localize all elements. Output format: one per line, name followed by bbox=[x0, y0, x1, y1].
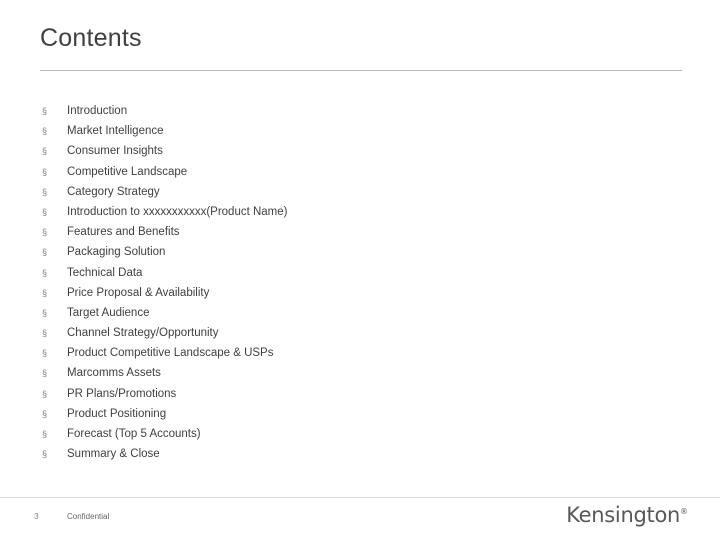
list-item[interactable]: § Technical Data bbox=[40, 263, 660, 283]
bullet-icon: § bbox=[42, 368, 48, 379]
brand-name: Kensington bbox=[566, 503, 680, 527]
list-item-label: Product Positioning bbox=[67, 407, 167, 420]
list-item-label: Market Intelligence bbox=[67, 125, 164, 138]
list-item-label: Technical Data bbox=[67, 266, 143, 279]
list-item[interactable]: § Consumer Insights bbox=[40, 141, 660, 161]
list-item-label: Category Strategy bbox=[67, 185, 160, 198]
list-item-label: Competitive Landscape bbox=[67, 165, 188, 178]
list-item[interactable]: § Introduction to xxxxxxxxxxx(Product Na… bbox=[40, 202, 660, 222]
list-item[interactable]: § Forecast (Top 5 Accounts) bbox=[40, 424, 660, 444]
list-item-label: Target Audience bbox=[67, 306, 150, 319]
bullet-icon: § bbox=[42, 227, 48, 238]
list-item-label: Consumer Insights bbox=[67, 145, 163, 158]
bullet-icon: § bbox=[42, 307, 48, 318]
title-divider bbox=[40, 70, 682, 71]
list-item[interactable]: § Product Positioning bbox=[40, 404, 660, 424]
page-number: 3 bbox=[34, 511, 39, 521]
brand-logo: Kensington® bbox=[566, 503, 688, 527]
list-item[interactable]: § Market Intelligence bbox=[40, 121, 660, 141]
bullet-icon: § bbox=[42, 166, 48, 177]
list-item[interactable]: § Introduction bbox=[40, 101, 660, 121]
bullet-icon: § bbox=[42, 429, 48, 439]
page-title: Contents bbox=[40, 24, 142, 52]
slide: Contents § Introduction § Market Intelli… bbox=[0, 0, 720, 540]
list-item-label: Introduction bbox=[67, 105, 128, 117]
list-item[interactable]: § PR Plans/Promotions bbox=[40, 384, 660, 404]
bullet-icon: § bbox=[42, 449, 48, 460]
bullet-icon: § bbox=[42, 126, 48, 137]
bullet-icon: § bbox=[42, 287, 48, 298]
list-item-label: Product Competitive Landscape & USPs bbox=[67, 347, 274, 360]
list-item-label: Channel Strategy/Opportunity bbox=[67, 327, 219, 340]
list-item[interactable]: § Features and Benefits bbox=[40, 222, 660, 242]
list-item[interactable]: § Packaging Solution bbox=[40, 242, 660, 262]
list-item-label: Summary & Close bbox=[67, 448, 160, 461]
bullet-icon: § bbox=[42, 388, 48, 399]
list-item-label: Forecast (Top 5 Accounts) bbox=[67, 428, 201, 440]
list-item[interactable]: § Marcomms Assets bbox=[40, 363, 660, 383]
list-item[interactable]: § Category Strategy bbox=[40, 182, 660, 202]
bullet-icon: § bbox=[42, 186, 48, 197]
bullet-icon: § bbox=[42, 106, 48, 116]
bullet-icon: § bbox=[42, 146, 48, 157]
list-item[interactable]: § Competitive Landscape bbox=[40, 162, 660, 182]
bullet-icon: § bbox=[42, 328, 48, 339]
registered-mark-icon: ® bbox=[680, 507, 688, 516]
confidential-label: Confidential bbox=[67, 512, 110, 521]
footer-divider bbox=[0, 497, 720, 498]
list-item[interactable]: § Price Proposal & Availability bbox=[40, 283, 660, 303]
bullet-icon: § bbox=[42, 408, 48, 419]
list-item[interactable]: § Target Audience bbox=[40, 303, 660, 323]
list-item-label: PR Plans/Promotions bbox=[67, 387, 177, 400]
bullet-icon: § bbox=[42, 267, 48, 278]
bullet-icon: § bbox=[42, 348, 48, 359]
list-item[interactable]: § Summary & Close bbox=[40, 444, 660, 464]
list-item-label: Packaging Solution bbox=[67, 246, 166, 259]
list-item-label: Features and Benefits bbox=[67, 226, 180, 239]
list-item-label: Marcomms Assets bbox=[67, 367, 161, 380]
list-item[interactable]: § Channel Strategy/Opportunity bbox=[40, 323, 660, 343]
contents-list: § Introduction § Market Intelligence § C… bbox=[40, 101, 660, 464]
list-item-label: Price Proposal & Availability bbox=[67, 286, 210, 299]
list-item-label: Introduction to xxxxxxxxxxx(Product Name… bbox=[67, 205, 288, 218]
bullet-icon: § bbox=[42, 247, 48, 258]
bullet-icon: § bbox=[42, 206, 48, 217]
list-item[interactable]: § Product Competitive Landscape & USPs bbox=[40, 343, 660, 363]
